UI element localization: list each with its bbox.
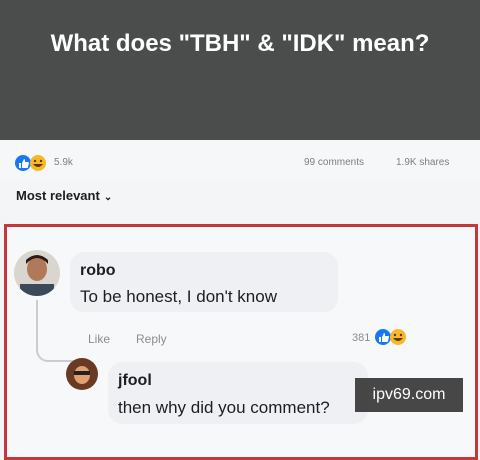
- comment-reaction-icons[interactable]: [374, 328, 414, 346]
- chevron-down-icon: ⌄: [103, 192, 113, 203]
- like-button[interactable]: Like: [88, 332, 110, 346]
- reply-button[interactable]: Reply: [136, 332, 167, 346]
- post-stats-bar: 5.9k 99 comments 1.9K shares: [0, 140, 480, 180]
- reply-avatar[interactable]: [66, 358, 98, 390]
- thread-connector: [36, 300, 74, 362]
- like-icon: [375, 329, 391, 345]
- comment-author[interactable]: robo: [80, 262, 116, 280]
- reaction-count[interactable]: 5.9k: [54, 157, 73, 168]
- post-header: What does "TBH" & "IDK" mean?: [0, 0, 480, 140]
- shares-count[interactable]: 1.9K shares: [396, 157, 449, 168]
- like-icon: [15, 155, 31, 171]
- sort-label: Most relevant: [16, 188, 100, 203]
- haha-icon: [30, 155, 46, 171]
- reply-text: then why did you comment?: [118, 398, 330, 417]
- post-title: What does "TBH" & "IDK" mean?: [50, 30, 430, 57]
- reaction-icons[interactable]: [14, 154, 54, 172]
- sort-dropdown[interactable]: Most relevant ⌄: [16, 188, 112, 203]
- haha-icon: [390, 329, 406, 345]
- comment-reaction-count[interactable]: 381: [352, 332, 370, 344]
- avatar[interactable]: [14, 250, 60, 296]
- watermark: ipv69.com: [355, 378, 463, 412]
- reply-author[interactable]: jfool: [118, 372, 152, 390]
- comment-text: To be honest, I don't know: [80, 287, 277, 306]
- comments-count[interactable]: 99 comments: [304, 157, 364, 168]
